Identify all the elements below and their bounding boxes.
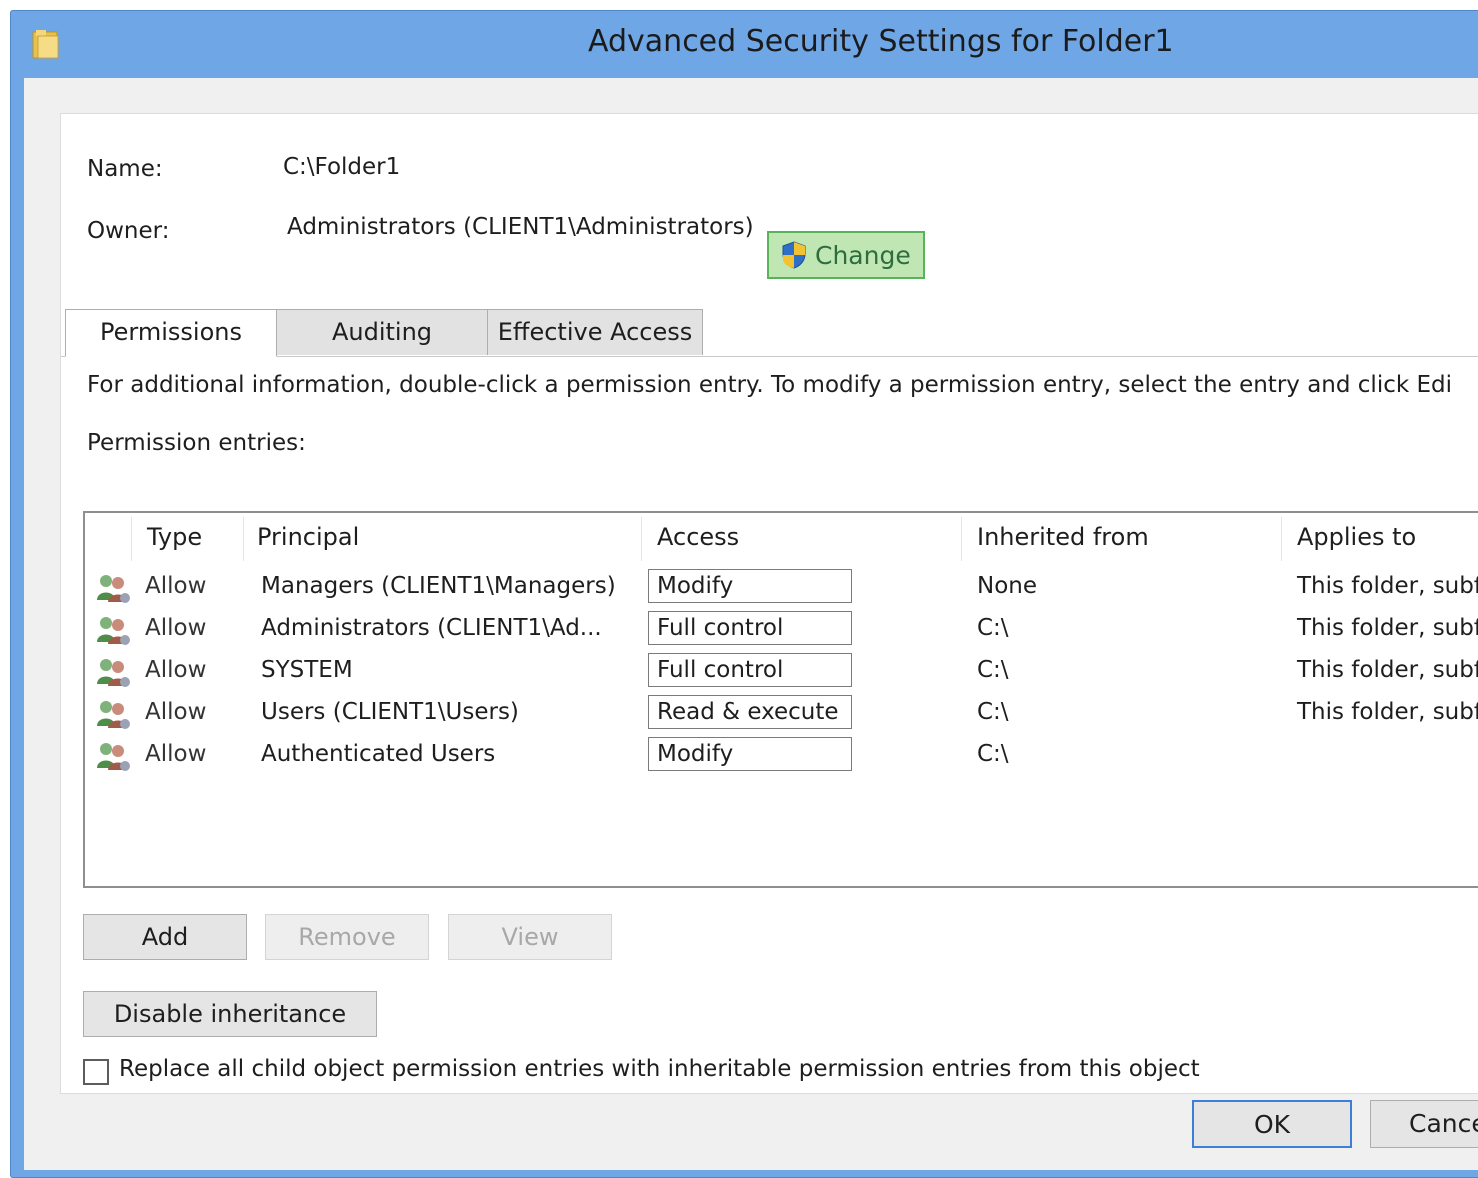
entry-inherited-from: C:\: [977, 699, 1009, 725]
entry-inherited-from: C:\: [977, 657, 1009, 683]
column-header-type[interactable]: Type: [147, 523, 202, 551]
users-group-icon: [97, 659, 130, 687]
entry-principal: SYSTEM: [261, 657, 353, 683]
entry-principal: Managers (CLIENT1\Managers): [261, 573, 616, 599]
replace-child-permissions-label: Replace all child object permission entr…: [119, 1056, 1200, 1082]
name-label: Name:: [87, 156, 163, 182]
column-header-principal[interactable]: Principal: [257, 523, 359, 551]
entry-access: Full control: [648, 611, 852, 645]
entry-type: Allow: [145, 741, 207, 767]
entry-access: Read & execute: [648, 695, 852, 729]
entry-applies-to: This folder, subf: [1297, 573, 1478, 599]
entry-inherited-from: C:\: [977, 741, 1009, 767]
column-separator: [1281, 517, 1282, 561]
entry-principal: Users (CLIENT1\Users): [261, 699, 519, 725]
add-button[interactable]: Add: [83, 914, 247, 960]
uac-shield-icon: [782, 241, 806, 269]
table-row[interactable]: Allow Managers (CLIENT1\Managers) Modify…: [85, 569, 1478, 609]
column-header-access[interactable]: Access: [657, 523, 739, 551]
replace-child-permissions-checkbox[interactable]: [83, 1059, 109, 1085]
entry-type: Allow: [145, 573, 207, 599]
table-row[interactable]: Allow SYSTEM Full control C:\ This folde…: [85, 653, 1478, 693]
entry-type: Allow: [145, 615, 207, 641]
folder-icon: [32, 30, 59, 59]
entry-applies-to: This folder, subf: [1297, 699, 1478, 725]
entry-inherited-from: C:\: [977, 615, 1009, 641]
entry-applies-to: This folder, subf: [1297, 657, 1478, 683]
window-title: Advanced Security Settings for Folder1: [588, 24, 1174, 59]
column-separator: [961, 517, 962, 561]
ok-button[interactable]: OK: [1192, 1100, 1352, 1148]
users-group-icon: [97, 617, 130, 645]
entry-access: Full control: [648, 653, 852, 687]
entry-type: Allow: [145, 699, 207, 725]
column-separator: [243, 517, 244, 561]
remove-button[interactable]: Remove: [265, 914, 429, 960]
entry-inherited-from: None: [977, 573, 1038, 599]
entry-principal: Administrators (CLIENT1\Ad...: [261, 615, 602, 641]
column-header-applies-to[interactable]: Applies to: [1297, 523, 1416, 551]
tab-effective-access[interactable]: Effective Access: [487, 309, 703, 355]
permission-entries-label: Permission entries:: [87, 430, 306, 456]
entry-principal: Authenticated Users: [261, 741, 496, 767]
column-separator: [641, 517, 642, 561]
entry-type: Allow: [145, 657, 207, 683]
entry-access: Modify: [648, 737, 852, 771]
change-owner-button[interactable]: Change: [767, 231, 925, 279]
owner-value: Administrators (CLIENT1\Administrators): [287, 214, 754, 240]
entry-access: Modify: [648, 569, 852, 603]
entry-applies-to: This folder, subf: [1297, 615, 1478, 641]
permission-entries-list[interactable]: Type Principal Access Inherited from App…: [83, 511, 1478, 888]
table-row[interactable]: Allow Authenticated Users Modify C:\: [85, 737, 1478, 777]
column-separator: [131, 517, 132, 561]
owner-label: Owner:: [87, 218, 170, 244]
users-group-icon: [97, 575, 130, 603]
disable-inheritance-button[interactable]: Disable inheritance: [83, 991, 377, 1037]
settings-panel: Name: C:\Folder1 Owner: Administrators (…: [60, 113, 1478, 1094]
instructions-text: For additional information, double-click…: [87, 372, 1453, 398]
dialog-window: Advanced Security Settings for Folder1 N…: [10, 10, 1478, 1178]
cancel-button[interactable]: Cance: [1370, 1100, 1478, 1148]
users-group-icon: [97, 743, 130, 771]
title-bar[interactable]: Advanced Security Settings for Folder1: [10, 10, 1478, 78]
users-group-icon: [97, 701, 130, 729]
view-button[interactable]: View: [448, 914, 612, 960]
change-button-label: Change: [815, 240, 911, 270]
dialog-client-area: Name: C:\Folder1 Owner: Administrators (…: [24, 78, 1478, 1170]
table-row[interactable]: Allow Administrators (CLIENT1\Ad... Full…: [85, 611, 1478, 651]
name-value: C:\Folder1: [283, 154, 401, 180]
column-header-inherited-from[interactable]: Inherited from: [977, 523, 1149, 551]
tab-permissions[interactable]: Permissions: [65, 309, 277, 357]
tab-auditing[interactable]: Auditing: [275, 309, 489, 355]
table-row[interactable]: Allow Users (CLIENT1\Users) Read & execu…: [85, 695, 1478, 735]
